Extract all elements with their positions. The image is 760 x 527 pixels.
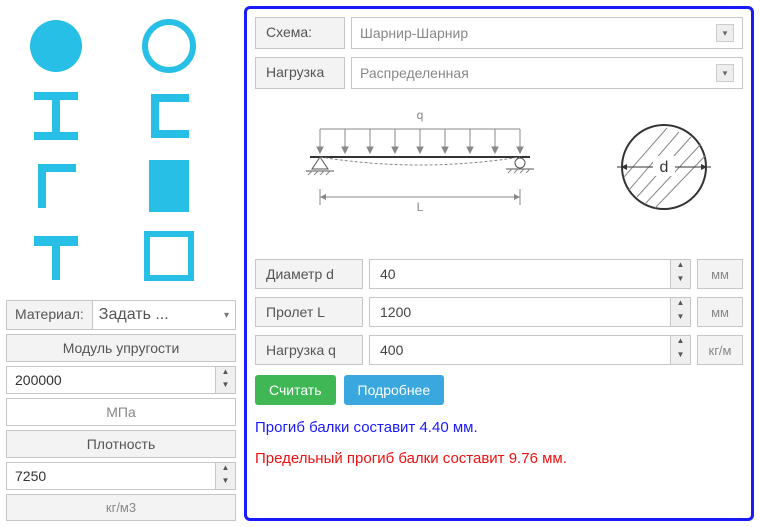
shape-channel[interactable] [133,84,205,148]
span-input[interactable]: 1200 [370,298,670,326]
cross-section-grid [6,6,236,296]
density-unit: кг/м3 [6,494,236,521]
density-input[interactable]: 7250 [7,463,215,489]
calculate-button[interactable]: Считать [255,375,336,405]
span-label: Пролет L [255,297,363,327]
load-label: Нагрузка [255,57,345,89]
diameter-input[interactable]: 40 [370,260,670,288]
beam-diagram-icon: q [280,107,560,227]
load-value: Распределенная [360,65,469,81]
chevron-down-icon: ▾ [224,310,229,321]
result-limit-deflection: Предельный прогиб балки составит 9.76 мм… [255,450,743,467]
loadq-unit: кг/м [697,335,743,365]
left-panel: Материал: Задать ... ▾ Модуль упругости … [6,6,236,521]
span-unit: мм [697,297,743,327]
diag-d-label: d [659,159,668,176]
schema-label: Схема: [255,17,345,49]
shape-solid-rect[interactable] [133,154,205,218]
shape-angle[interactable] [20,154,92,218]
span-spinner[interactable]: ▲▼ [670,298,690,326]
diagram-area: q [255,97,743,251]
schema-value: Шарнир-Шарнир [360,25,468,41]
density-input-row: 7250 ▲▼ [6,462,236,490]
section-diagram-icon: d [609,112,719,222]
material-select[interactable]: Задать ... ▾ [93,301,235,329]
details-button[interactable]: Подробнее [344,375,445,405]
loadq-input[interactable]: 400 [370,336,670,364]
material-row: Материал: Задать ... ▾ [6,300,236,330]
density-spinner[interactable]: ▲▼ [215,463,235,489]
diag-q-label: q [416,108,423,122]
result-deflection: Прогиб балки составит 4.40 мм. [255,419,743,436]
shape-hollow-rect[interactable] [133,224,205,288]
density-header: Плотность [6,430,236,458]
loadq-label: Нагрузка q [255,335,363,365]
load-select[interactable]: Распределенная ▾ [351,57,743,89]
modulus-spinner[interactable]: ▲▼ [215,367,235,393]
chevron-down-icon: ▾ [716,64,734,82]
diameter-label: Диаметр d [255,259,363,289]
material-label: Материал: [7,301,93,329]
schema-select[interactable]: Шарнир-Шарнир ▾ [351,17,743,49]
chevron-down-icon: ▾ [716,24,734,42]
modulus-input[interactable]: 200000 [7,367,215,393]
right-panel: Схема: Шарнир-Шарнир ▾ Нагрузка Распреде… [244,6,754,521]
loadq-spinner[interactable]: ▲▼ [670,336,690,364]
diag-L-label: L [416,200,423,214]
modulus-unit: МПа [6,398,236,426]
modulus-header: Модуль упругости [6,334,236,362]
shape-tee[interactable] [20,224,92,288]
diameter-unit: мм [697,259,743,289]
shape-solid-circle[interactable] [20,14,92,78]
shape-i-beam[interactable] [20,84,92,148]
shape-hollow-circle[interactable] [133,14,205,78]
diameter-spinner[interactable]: ▲▼ [670,260,690,288]
material-value: Задать ... [99,306,169,324]
modulus-input-row: 200000 ▲▼ [6,366,236,394]
